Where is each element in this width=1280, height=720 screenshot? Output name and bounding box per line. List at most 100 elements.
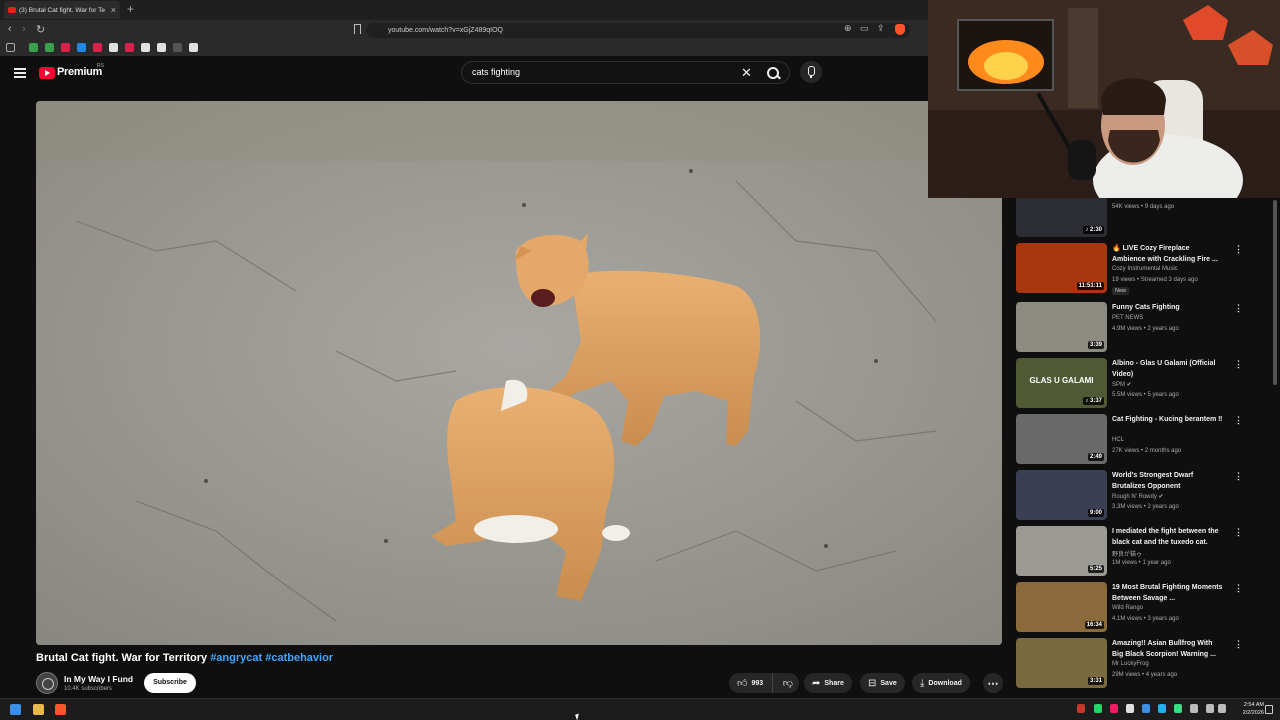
system-clock[interactable]: 2:54 AM 2/2/2026 xyxy=(1232,701,1264,717)
bookmark-icon[interactable] xyxy=(157,43,166,52)
bookmark-icon[interactable] xyxy=(77,43,86,52)
channel-name[interactable]: In My Way I Fund xyxy=(64,674,133,684)
recommendation-title[interactable]: 🔥 LIVE Cozy Fireplace Ambience with Crac… xyxy=(1112,244,1224,265)
recommendation-channel[interactable]: 野良が猫ゥ xyxy=(1112,549,1142,558)
bookmark-icon[interactable] xyxy=(45,43,54,52)
recommendation-title[interactable]: Funny Cats Fighting xyxy=(1112,303,1224,314)
tray-app-icon[interactable] xyxy=(1158,704,1166,713)
hamburger-menu-icon[interactable] xyxy=(14,68,26,78)
bookmark-icon[interactable] xyxy=(109,43,118,52)
url-field[interactable]: youtube.com/watch?v=xGjZ489qIOQ xyxy=(366,23,910,38)
recommendation-channel[interactable]: Rough N' Rowdy ✔ xyxy=(1112,493,1164,500)
volume-icon[interactable] xyxy=(1218,704,1226,713)
recommendation-title[interactable]: I mediated the fight between the black c… xyxy=(1112,527,1224,548)
brave-browser-icon[interactable] xyxy=(55,704,66,715)
zoom-icon[interactable]: ⊕ xyxy=(844,23,852,34)
bookmark-icon[interactable] xyxy=(125,43,134,52)
tray-app-icon[interactable] xyxy=(1142,704,1150,713)
recommendation-channel[interactable]: SPM ✔ xyxy=(1112,381,1132,388)
share-button[interactable]: ➦ Share xyxy=(804,673,852,693)
recommendation-channel[interactable]: Wild Rango xyxy=(1112,605,1143,611)
share-page-icon[interactable]: ⇪ xyxy=(877,23,885,34)
recommendation-item[interactable]: 3:31 Amazing!! Asian Bullfrog With Big Bl… xyxy=(1016,638,1272,688)
browser-tab-active[interactable]: (3) Brutal Cat fight. War for Te × xyxy=(4,1,120,19)
region-code: RS xyxy=(97,63,104,69)
video-thumbnail[interactable]: GLAS U GALAMI ♪ 3:37 xyxy=(1016,358,1107,408)
video-thumbnail[interactable]: 9:00 xyxy=(1016,470,1107,520)
bookmark-icon[interactable] xyxy=(354,24,361,34)
bookmark-icon[interactable] xyxy=(29,43,38,52)
video-player[interactable] xyxy=(36,101,1002,645)
more-vertical-icon[interactable]: ⋮ xyxy=(1234,527,1243,538)
clear-search-icon[interactable]: ✕ xyxy=(741,65,752,81)
search-icon[interactable] xyxy=(763,63,783,83)
youtube-logo-icon[interactable] xyxy=(39,67,55,79)
recommendation-channel[interactable]: Mr LuckyFrog xyxy=(1112,661,1149,667)
new-tab-button[interactable]: + xyxy=(127,2,134,16)
forward-icon[interactable]: › xyxy=(22,23,26,35)
bookmark-icon[interactable] xyxy=(173,43,182,52)
file-explorer-icon[interactable] xyxy=(33,704,44,715)
tray-app-icon[interactable] xyxy=(1110,704,1118,713)
recommendation-title[interactable]: World's Strongest Dwarf Brutalizes Oppon… xyxy=(1112,471,1224,492)
download-button[interactable]: ⤓ Download xyxy=(912,673,970,693)
recommendation-item[interactable]: 2:49 Cat Fighting - Kucing berantem ‼ HCL 2… xyxy=(1016,414,1272,464)
thumbs-down-icon[interactable]: 👎︎ xyxy=(777,677,799,689)
back-icon[interactable]: ‹ xyxy=(8,23,12,35)
more-actions-button[interactable]: ⋯ xyxy=(983,673,1003,693)
more-vertical-icon[interactable]: ⋮ xyxy=(1234,471,1243,482)
video-thumbnail[interactable]: 3:39 xyxy=(1016,302,1107,352)
recommendation-title[interactable]: Amazing!! Asian Bullfrog With Big Black … xyxy=(1112,639,1224,660)
video-thumbnail[interactable]: ♪ 2:30 xyxy=(1016,197,1107,237)
like-button[interactable]: 👍︎ 993 xyxy=(729,673,773,693)
close-tab-icon[interactable]: × xyxy=(111,5,116,15)
apps-grid-icon[interactable] xyxy=(6,43,15,52)
youtube-premium-logo[interactable]: Premium xyxy=(57,66,102,78)
bookmark-icon[interactable] xyxy=(61,43,70,52)
video-thumbnail[interactable]: 11:51:11 xyxy=(1016,243,1107,293)
recommendation-item[interactable]: GLAS U GALAMI ♪ 3:37 Albino - Glas U Galam… xyxy=(1016,358,1272,408)
more-vertical-icon[interactable]: ⋮ xyxy=(1234,303,1243,314)
voice-search-icon[interactable] xyxy=(800,61,822,83)
recommendation-channel[interactable]: PET NEWS xyxy=(1112,315,1143,321)
recommendation-title[interactable]: Albino - Glas U Galami (Official Video) xyxy=(1112,359,1224,380)
video-hashtags[interactable]: #angrycat #catbehavior xyxy=(210,652,333,664)
recommendation-channel[interactable]: Cozy Instrumental Music xyxy=(1112,266,1178,272)
video-thumbnail[interactable]: 3:31 xyxy=(1016,638,1107,688)
notification-icon[interactable] xyxy=(1265,705,1273,714)
more-vertical-icon[interactable]: ⋮ xyxy=(1234,244,1243,255)
recommendation-item[interactable]: 3:39 Funny Cats Fighting PET NEWS 4.9M view… xyxy=(1016,302,1272,352)
more-vertical-icon[interactable]: ⋮ xyxy=(1234,415,1243,426)
recommendation-item[interactable]: 9:00 World's Strongest Dwarf Brutalizes O… xyxy=(1016,470,1272,520)
tray-app-icon[interactable] xyxy=(1126,704,1134,713)
reload-icon[interactable]: ↻ xyxy=(36,23,45,36)
tray-app-icon[interactable] xyxy=(1174,704,1182,713)
recommendation-item[interactable]: 11:51:11 🔥 LIVE Cozy Fireplace Ambience w… xyxy=(1016,243,1272,295)
video-thumbnail[interactable]: 16:34 xyxy=(1016,582,1107,632)
tray-app-icon[interactable] xyxy=(1077,704,1085,713)
bookmark-icon[interactable] xyxy=(189,43,198,52)
windows-start-icon[interactable] xyxy=(10,704,21,715)
subscribe-button[interactable]: Subscribe xyxy=(144,673,196,693)
bookmark-icon[interactable] xyxy=(141,43,150,52)
channel-avatar[interactable] xyxy=(36,672,58,694)
video-thumbnail[interactable]: 2:49 xyxy=(1016,414,1107,464)
video-thumbnail[interactable]: 5:25 xyxy=(1016,526,1107,576)
cast-icon[interactable]: ▭ xyxy=(860,23,869,34)
recommendation-channel[interactable]: HCL xyxy=(1112,437,1124,443)
bookmark-icon[interactable] xyxy=(93,43,102,52)
more-vertical-icon[interactable]: ⋮ xyxy=(1234,359,1243,370)
recommendation-title[interactable]: 19 Most Brutal Fighting Moments Between … xyxy=(1112,583,1224,604)
more-vertical-icon[interactable]: ⋮ xyxy=(1234,583,1243,594)
whatsapp-tray-icon[interactable] xyxy=(1094,704,1102,713)
recommendation-item[interactable]: 16:34 19 Most Brutal Fighting Moments Bet… xyxy=(1016,582,1272,632)
sidebar-scrollbar[interactable] xyxy=(1273,200,1277,385)
recommendation-title[interactable]: Cat Fighting - Kucing berantem ‼ xyxy=(1112,415,1224,426)
network-icon[interactable] xyxy=(1190,704,1198,713)
more-vertical-icon[interactable]: ⋮ xyxy=(1234,639,1243,650)
monitor-icon[interactable] xyxy=(1206,704,1214,713)
recommendation-item[interactable]: 5:25 I mediated the fight between the bla… xyxy=(1016,526,1272,576)
brave-shield-icon[interactable] xyxy=(895,24,905,35)
recommendation-item[interactable]: ♪ 2:30INAS ✔54K views • 9 days ago⋮ xyxy=(1016,197,1272,237)
save-button[interactable]: ⊟ Save xyxy=(860,673,905,693)
